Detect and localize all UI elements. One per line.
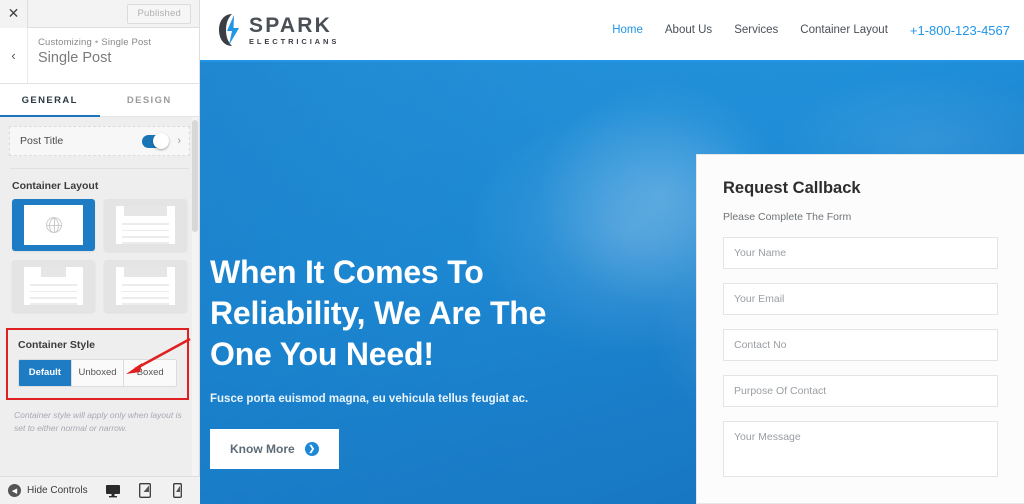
tablet-icon[interactable] [136,481,154,501]
customizer-sidebar: ✕ Published ‹ Customizing • Single Post Si… [0,0,200,504]
callback-subtitle: Please Complete The Form [723,211,852,223]
tab-design[interactable]: DESIGN [100,84,200,116]
hero-heading: When It Comes To Reliability, We Are The… [210,252,640,375]
customizer-tabs: GENERAL DESIGN [0,84,199,117]
know-more-label: Know More [230,441,295,456]
layout-option-stretched[interactable] [104,260,187,312]
chevron-left-circle-icon: ◀ [8,484,21,497]
published-button[interactable]: Published [127,4,191,24]
layout-option-narrow[interactable] [12,260,95,312]
container-style-help-text: Container style will apply only when lay… [14,410,182,434]
layout-option-full-width[interactable] [12,199,95,251]
post-title-control[interactable]: Post Title › [9,126,190,156]
customizer-title-block: Customizing • Single Post Single Post [28,28,151,83]
mobile-icon[interactable] [168,481,186,501]
logo-sub-text: ELECTRICIANS [249,36,340,46]
layout-option-normal[interactable] [104,199,187,251]
layout-thumb-narrow [23,267,84,305]
chevron-left-icon[interactable]: ‹ [0,28,28,83]
container-layout-label: Container Layout [12,180,99,192]
divider [10,168,189,169]
customizer-screen: ✕ Published ‹ Customizing • Single Post Si… [0,0,1024,504]
container-layout-options [0,199,199,312]
nav-link-services[interactable]: Services [734,24,778,36]
thumb-line [121,284,170,287]
close-icon[interactable]: ✕ [0,0,28,28]
thumb-heading-block [123,267,167,277]
layout-thumb-stretched [115,267,176,305]
customizer-topbar: ✕ Published [0,0,199,28]
breadcrumb-prefix: Customizing [38,37,92,48]
site-nav: Home About Us Services Container Layout … [612,23,1010,38]
your-name-input[interactable]: Your Name [723,237,998,269]
breadcrumb: Customizing • Single Post [38,37,151,48]
hero-content: When It Comes To Reliability, We Are The… [210,252,640,469]
layout-thumb-full-width [23,204,84,246]
thumb-heading-block [123,206,167,216]
thumb-line [29,284,78,287]
logo-text: SPARK ELECTRICIANS [249,15,339,46]
your-email-input[interactable]: Your Email [723,283,998,315]
thumb-line [121,242,170,244]
logo-main-text: SPARK [249,13,332,37]
thumb-line [121,229,170,232]
thumb-line [121,235,170,238]
nav-link-about-us[interactable]: About Us [665,24,712,36]
hero-heading-line-2: Reliability, We Are The [210,294,547,331]
style-option-boxed[interactable]: Boxed [124,360,176,386]
customizer-footer: ◀ Hide Controls [0,476,200,504]
hero-heading-line-3: One You Need! [210,335,434,372]
customizer-header: ‹ Customizing • Single Post Single Post [0,28,199,84]
globe-icon [45,216,62,233]
page-title: Single Post [38,50,112,66]
toggle-knob [153,133,170,149]
nav-link-home[interactable]: Home [612,24,643,36]
customizer-controls: Post Title › Container Layout Container … [0,117,199,504]
chevron-right-icon: ❯ [304,441,319,456]
thumb-line [121,296,170,299]
thumb-line [29,303,78,305]
thumb-line [121,290,170,293]
hero-heading-line-1: When It Comes To [210,254,484,290]
thumb-line [29,290,78,293]
hide-controls-label: Hide Controls [27,485,88,496]
hero-section: When It Comes To Reliability, We Are The… [200,62,1024,504]
request-callback-form: Request Callback Please Complete The For… [696,154,1024,504]
hide-controls-button[interactable]: ◀ Hide Controls [8,484,88,497]
style-option-default[interactable]: Default [19,360,72,386]
layout-thumb-normal [115,206,176,244]
nav-phone-number[interactable]: +1-800-123-4567 [910,23,1010,38]
device-preview-switcher [101,481,192,504]
container-style-button-group: Default Unboxed Boxed [18,359,177,387]
purpose-of-contact-input[interactable]: Purpose Of Contact [723,375,998,407]
callback-title: Request Callback [723,179,861,197]
style-option-unboxed[interactable]: Unboxed [72,360,125,386]
container-style-control: Container Style Default Unboxed Boxed [6,328,189,400]
post-title-label: Post Title [20,135,64,147]
contact-no-input[interactable]: Contact No [723,329,998,361]
breadcrumb-separator: • [94,37,99,48]
spark-bolt-icon [219,14,239,46]
site-logo[interactable]: SPARK ELECTRICIANS [218,13,339,47]
your-message-textarea[interactable]: Your Message [723,421,998,477]
nav-link-container-layout[interactable]: Container Layout [800,24,888,36]
post-title-toggle[interactable] [142,133,170,149]
site-preview: SPARK ELECTRICIANS Home About Us Service… [200,0,1024,504]
chevron-right-icon[interactable]: › [177,135,181,147]
thumb-line [121,223,170,226]
know-more-button[interactable]: Know More ❯ [210,428,339,469]
sidebar-scrollbar-thumb[interactable] [192,120,198,232]
breadcrumb-current: Single Post [101,37,152,48]
thumb-line [121,303,170,305]
desktop-icon[interactable] [101,481,125,504]
hero-subtext: Fusce porta euismod magna, eu vehicula t… [210,392,529,405]
thumb-line [29,296,78,299]
thumb-heading-block [40,267,67,277]
site-header: SPARK ELECTRICIANS Home About Us Service… [200,0,1024,62]
tab-general[interactable]: GENERAL [0,84,100,117]
container-style-label: Container Style [18,339,96,351]
